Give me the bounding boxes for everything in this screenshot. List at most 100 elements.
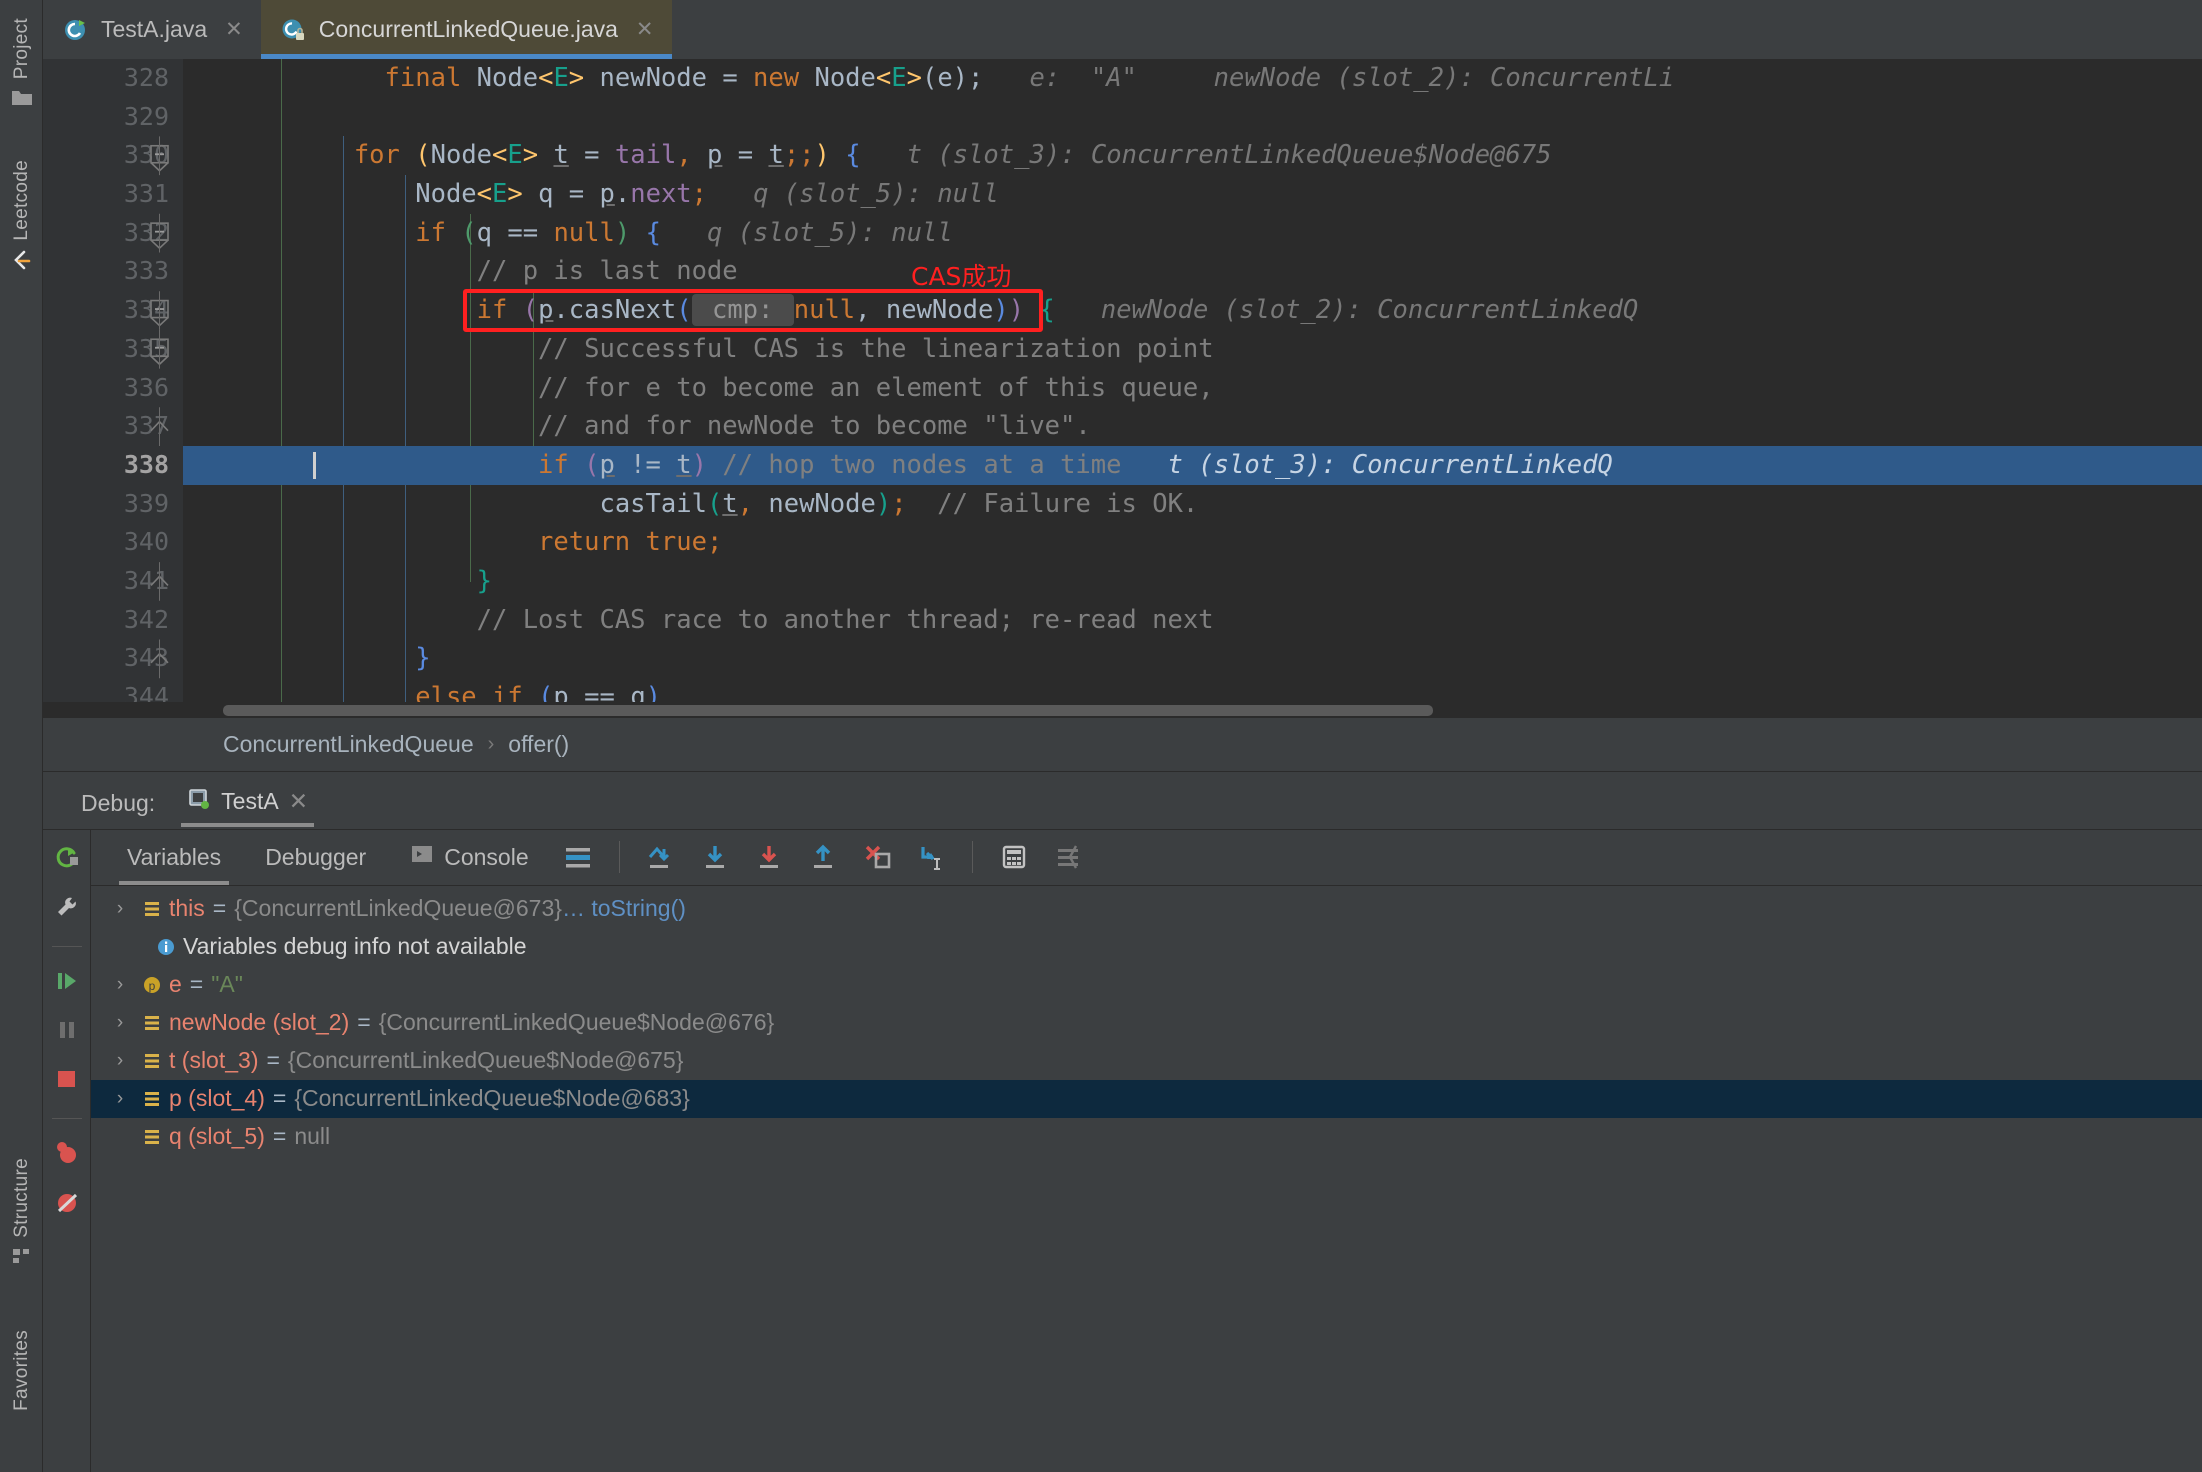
breakpoints-icon[interactable]: [53, 1139, 81, 1172]
editor-tab-testa-label: TestA.java: [101, 16, 208, 42]
scrollbar-thumb[interactable]: [223, 704, 1433, 716]
code-token: ;: [691, 179, 708, 210]
chevron-right-icon[interactable]: ›: [105, 1012, 135, 1034]
mute-breakpoints-icon[interactable]: [53, 1188, 81, 1221]
code-token: next: [630, 179, 692, 210]
inline-debug-hint: newNode (slot_2): ConcurrentLinkedQ: [1054, 295, 1639, 326]
variables-tree[interactable]: › this = {ConcurrentLinkedQueue@673} … toSt…: [91, 885, 2202, 1472]
text-caret: [313, 452, 316, 479]
step-into-icon[interactable]: [751, 839, 787, 875]
run-config-label: TestA: [221, 788, 279, 814]
variable-name: p (slot_4): [169, 1085, 265, 1111]
folder-icon: [11, 87, 33, 113]
code-token: <: [875, 63, 892, 93]
code-token: >: [522, 140, 554, 171]
sidebar-item-project[interactable]: Project: [0, 18, 43, 119]
editor-tab-testa[interactable]: TestA.java ✕: [43, 0, 261, 59]
tab-console[interactable]: Console: [388, 829, 550, 885]
line-number: 343: [123, 643, 169, 673]
code-token: {: [645, 217, 661, 248]
breadcrumb-class[interactable]: ConcurrentLinkedQueue: [223, 731, 474, 758]
variable-row[interactable]: › p e = "A": [91, 966, 2202, 1004]
code-token: null: [553, 217, 615, 248]
code-token: Node: [430, 140, 493, 171]
close-icon[interactable]: ✕: [636, 17, 654, 42]
breadcrumb-method[interactable]: offer(): [508, 731, 569, 758]
run-config-tab[interactable]: TestA ✕: [173, 787, 322, 829]
leetcode-icon: [10, 249, 34, 279]
resume-icon[interactable]: [53, 967, 81, 1000]
java-class-icon: [63, 17, 89, 43]
code-token: Node: [415, 179, 477, 210]
rerun-icon[interactable]: [53, 844, 81, 877]
tab-debugger[interactable]: Debugger: [243, 829, 388, 885]
code-token: ): [993, 295, 1009, 326]
code-token: !=: [614, 449, 677, 480]
variable-row[interactable]: Variables debug info not available: [91, 928, 2202, 966]
run-to-cursor-icon[interactable]: [913, 839, 949, 875]
chevron-right-icon[interactable]: ›: [105, 974, 135, 996]
editor-tab-concurrentlinkedqueue[interactable]: ConcurrentLinkedQueue.java ✕: [260, 0, 672, 59]
line-number-column: 328 329 330 331 332 333 334 335 336 337 338 339 340 3…: [43, 59, 183, 702]
editor-tab-bar: TestA.java ✕ ConcurrentLinkedQueue.java …: [43, 0, 2202, 59]
layout-icon[interactable]: [560, 839, 596, 875]
variable-value: {ConcurrentLinkedQueue@673}: [234, 895, 562, 921]
field-icon: [135, 1126, 169, 1148]
variable-extra[interactable]: … toString(): [562, 895, 686, 922]
chevron-right-icon[interactable]: ›: [105, 898, 135, 920]
line-number: 341: [123, 565, 169, 595]
code-token: ;: [783, 140, 800, 171]
editor-horizontal-scrollbar[interactable]: [43, 701, 2202, 718]
variable-row[interactable]: q (slot_5) = null: [91, 1118, 2202, 1156]
structure-icon: [11, 1246, 33, 1272]
code-token: // and for newNode to become "live".: [538, 411, 1091, 442]
close-icon[interactable]: ✕: [289, 788, 308, 815]
settings-wrench-icon[interactable]: [53, 893, 81, 926]
stop-icon[interactable]: [53, 1065, 81, 1098]
close-icon[interactable]: ✕: [225, 17, 243, 42]
chevron-right-icon[interactable]: ›: [105, 1088, 135, 1110]
step-over-icon[interactable]: [697, 839, 733, 875]
line-number: 334: [123, 295, 169, 325]
code-line-current: if (p != t) // hop two nodes at a time t…: [183, 445, 2202, 485]
code-text-area[interactable]: final Node<E> newNode = new Node<E>(e); …: [183, 59, 2202, 702]
variable-equals: =: [272, 1123, 287, 1149]
variable-name: t (slot_3): [169, 1047, 259, 1073]
code-token: ,: [855, 295, 886, 326]
code-token: p: [599, 449, 615, 480]
step-out-icon[interactable]: [805, 839, 841, 875]
sidebar-item-structure[interactable]: Structure: [0, 1158, 43, 1278]
editor-gutter[interactable]: 328 329 330 331 332 333 334 335 336 337 338 339 340 3…: [43, 59, 183, 702]
code-line: // and for newNode to become "live".: [183, 407, 2202, 446]
sidebar-item-leetcode[interactable]: Leetcode: [0, 160, 43, 285]
editor[interactable]: 328 329 330 331 332 333 334 335 336 337 338 339 340 3…: [43, 59, 2202, 702]
code-line: return true;: [183, 523, 2202, 562]
force-step-into-icon[interactable]: [859, 839, 895, 875]
variable-row[interactable]: › newNode (slot_2) = {ConcurrentLinkedQueue…: [91, 1004, 2202, 1042]
settings-icon[interactable]: [1050, 839, 1086, 875]
code-token: ==: [507, 217, 554, 248]
breadcrumb[interactable]: ConcurrentLinkedQueue › offer(): [43, 717, 2202, 771]
code-token: null: [793, 295, 856, 326]
force-step-over-icon[interactable]: [643, 839, 679, 875]
code-lines: final Node<E> newNode = new Node<E>(e); …: [183, 59, 2202, 702]
pause-icon[interactable]: [53, 1016, 81, 1049]
chevron-right-icon[interactable]: ›: [105, 1050, 135, 1072]
code-token: {: [1039, 295, 1055, 326]
variable-row-selected[interactable]: › p (slot_4) = {ConcurrentLinkedQueue$Node@…: [91, 1079, 2202, 1118]
variable-row[interactable]: › this = {ConcurrentLinkedQueue@673} … toSt…: [91, 890, 2202, 928]
code-token: newNode =: [584, 63, 754, 93]
tab-variables[interactable]: Variables: [105, 829, 243, 885]
code-line: // for e to become an element of this qu…: [183, 369, 2202, 408]
code-token: ): [814, 140, 830, 171]
code-token: }: [476, 565, 492, 596]
tab-console-label: Console: [444, 843, 529, 870]
evaluate-icon[interactable]: [996, 839, 1032, 875]
sidebar-item-favorites[interactable]: Favorites: [0, 1330, 43, 1411]
variable-row[interactable]: › t (slot_3) = {ConcurrentLinkedQueue$Node@…: [91, 1042, 2202, 1080]
